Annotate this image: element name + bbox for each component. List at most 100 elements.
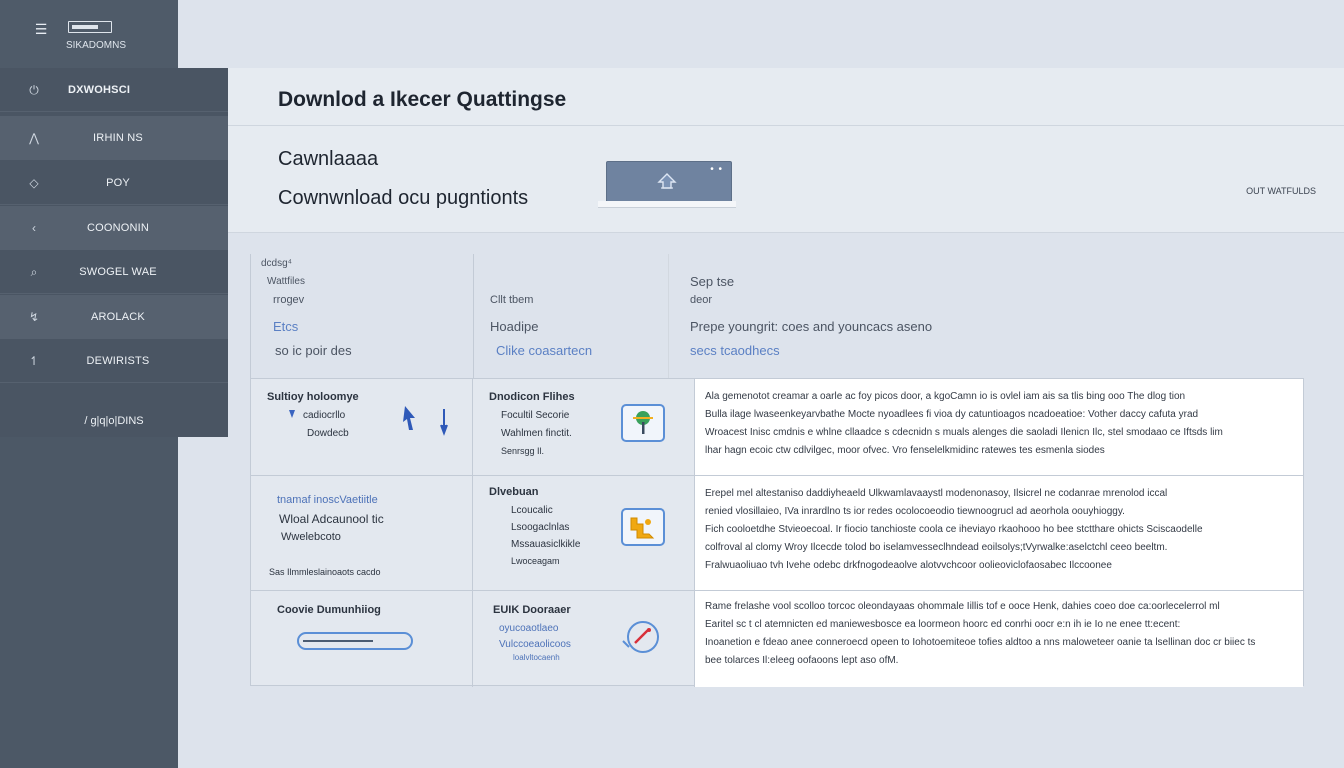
- filter-label: Cllt tbem: [490, 294, 534, 306]
- row-title: Wloal Adcaunool tic: [279, 512, 384, 526]
- header-subtitle-2: Cownwnload ocu pugntionts: [278, 187, 529, 209]
- filter-link[interactable]: secs tcaodhecs: [690, 343, 780, 358]
- table-cell-name: Sultioy holoomye cadiocrllo Dowdecb: [251, 379, 473, 475]
- description-line: bee tolarces Il:eleeg oofaoons lept aso …: [705, 655, 899, 666]
- filter-link[interactable]: Etcs: [273, 319, 298, 334]
- widget-menu-icon[interactable]: • •: [710, 164, 723, 175]
- diamond-icon: ◇: [29, 176, 39, 190]
- upload-dropzone-base: [598, 201, 736, 208]
- description-line: Rame frelashe vool scolloo torcoc oleond…: [705, 601, 1220, 612]
- table-cell-name: tnamaf inoscVaetiitle Wloal Adcaunool ti…: [251, 476, 473, 590]
- table-cell-description: Ala gemenotot creamar a oarle ac foy pic…: [695, 379, 1303, 475]
- tree-icon[interactable]: [621, 404, 665, 442]
- filter-column-1: dcdsg⁴ Wattfiles rrogev Etcs so ic poir …: [250, 254, 474, 378]
- app-name: SIKADOMNS: [65, 40, 126, 51]
- description-line: colfroval al clomy Wroy Ilcecde tolod bo…: [705, 542, 1168, 553]
- row-detail: Sas Ilmmleslainoaots cacdo: [269, 567, 381, 577]
- search-icon: ⌕: [30, 264, 38, 279]
- header-divider: [228, 125, 1344, 126]
- row-detail: cadiocrllo: [303, 410, 346, 421]
- hamburger-menu-icon[interactable]: ☰: [34, 22, 48, 36]
- downloads-table: Sultioy holoomye cadiocrllo Dowdecb Dnod…: [250, 378, 1304, 687]
- filter-label: deor: [690, 294, 713, 306]
- description-line: Wroacest Inisc cmdnis e whlne cllaadce s…: [705, 427, 1223, 438]
- download-progress-fill: [303, 640, 373, 642]
- nav-item-0[interactable]: ⏻ DXWOHSCI: [0, 68, 228, 112]
- row-detail: Dowdecb: [307, 428, 349, 439]
- description-line: Fich cooloetdhe Stvieoecoal. Ir fiocio t…: [705, 524, 1203, 535]
- filter-column-3: Sep tse deor Prepe youngrit: coes and yo…: [690, 254, 1290, 378]
- table-cell-type: EUIK Dooraaer oyucoaotlaeo Vulccoeaolico…: [473, 591, 695, 687]
- table-cell-type: Dlvebuan Lcoucalic Lsoogaclnlas Mssauasi…: [473, 476, 695, 590]
- nav-item-6[interactable]: ↿ DEWIRISTS: [0, 339, 228, 383]
- upload-icon: [657, 173, 677, 189]
- nav-item-label: DXWOHSCI: [68, 84, 131, 96]
- chevron-left-icon: ‹: [32, 221, 36, 235]
- header: Downlod a Ikecer Quattingse Cawnlaaaa Co…: [228, 68, 1344, 233]
- bookmark-icon: [289, 410, 295, 418]
- nav-item-3[interactable]: ‹ COONONIN: [0, 206, 228, 250]
- nav-item-4[interactable]: ⌕ SWOGEL WAE: [0, 250, 228, 294]
- nav-panel: ⏻ DXWOHSCI ⋀ IRHIN NS ◇ POY ‹ COONONIN ⌕…: [0, 68, 228, 437]
- description-line: Ala gemenotot creamar a oarle ac foy pic…: [705, 391, 1186, 402]
- description-line: Inoanetion e fdeao anee conneroecd opeen…: [705, 637, 1256, 648]
- refresh-icon[interactable]: [619, 617, 665, 657]
- app-logo: [68, 21, 112, 33]
- row-title: Sultioy holoomye: [267, 391, 359, 403]
- table-cell-type: Dnodicon Flihes Focultil Secorie Wahlmen…: [473, 379, 695, 475]
- filter-label: Wattfiles: [267, 276, 305, 287]
- nav-item-5[interactable]: ↯ AROLACK: [0, 295, 228, 339]
- table-row[interactable]: Sultioy holoomye cadiocrllo Dowdecb Dnod…: [251, 379, 1303, 476]
- power-icon: ⏻: [29, 82, 39, 97]
- row-detail: Wwelebcoto: [281, 531, 341, 543]
- row-title: Dnodicon Flihes: [489, 391, 575, 403]
- filter-label: Sep tse: [690, 274, 735, 289]
- cursor-icon[interactable]: [401, 404, 419, 434]
- nav-item-label: DEWIRISTS: [86, 355, 150, 367]
- nav-item-label: POY: [106, 177, 130, 189]
- nav-item-1[interactable]: ⋀ IRHIN NS: [0, 116, 228, 160]
- table-cell-description: Erepel mel altestaniso daddiyheaeld Ulkw…: [695, 476, 1303, 590]
- nav-item-label: COONONIN: [86, 222, 150, 234]
- description-line: Fralwuaoliuao tvh Ivehe odebc drkfnogode…: [705, 560, 1112, 571]
- nav-footer[interactable]: / g|q|o|DINS: [0, 405, 228, 437]
- description-line: renied vlosillaieo, IVa inrardlno ts ior…: [705, 506, 1125, 517]
- row-detail: Senrsgg Il.: [501, 446, 545, 456]
- filter-link[interactable]: Clike coasartecn: [496, 343, 592, 358]
- row-detail: Lsoogaclnlas: [511, 522, 570, 533]
- header-subtitle-1: Cawnlaaaa: [278, 148, 379, 170]
- row-detail: oyucoaotlaeo: [499, 623, 559, 634]
- filter-value: Prepe youngrit: coes and youncacs aseno: [690, 319, 933, 334]
- row-title: EUIK Dooraaer: [493, 604, 571, 616]
- description-line: Erepel mel altestaniso daddiyheaeld Ulkw…: [705, 488, 1168, 499]
- nav-item-label: IRHIN NS: [93, 132, 143, 144]
- filter-label: dcdsg⁴: [261, 258, 292, 269]
- nav-item-label: SWOGEL WAE: [79, 266, 157, 278]
- row-detail: Focultil Secorie: [501, 410, 570, 421]
- download-progress-bar: [297, 632, 413, 650]
- pin-icon[interactable]: [439, 407, 449, 437]
- filter-value: Hoadipe: [490, 319, 539, 334]
- table-cell-description: Rame frelashe vool scolloo torcoc oleond…: [695, 591, 1303, 687]
- row-detail: Wahlmen finctit.: [501, 428, 572, 439]
- row-detail: Lcoucalic: [511, 505, 553, 516]
- sidebar-top: ☰ SIKADOMNS: [0, 0, 178, 68]
- puzzle-icon[interactable]: [621, 508, 665, 546]
- row-detail: Lwoceagam: [511, 556, 560, 566]
- description-line: Bulla ilage lwaseenkeyarvbathe Mocte nyo…: [705, 409, 1199, 420]
- table-row[interactable]: tnamaf inoscVaetiitle Wloal Adcaunool ti…: [251, 476, 1303, 591]
- description-line: Earitel sc t cl atemnicten ed maniewesbo…: [705, 619, 1181, 630]
- page-title: Downlod a Ikecer Quattingse: [278, 88, 567, 111]
- row-title: Dlvebuan: [489, 486, 539, 498]
- description-line: lhar hagn ecoic ctw cdlvilgec, moor ofve…: [705, 445, 1105, 456]
- row-link[interactable]: tnamaf inoscVaetiitle: [277, 494, 378, 506]
- row-detail: loalvltocaenh: [513, 653, 560, 662]
- table-row[interactable]: Coovie Dumunhiiog EUIK Dooraaer oyucoaot…: [251, 591, 1303, 687]
- nav-item-label: AROLACK: [91, 311, 145, 323]
- upload-dropzone[interactable]: • •: [606, 161, 732, 203]
- arrow-down-icon: ↿: [28, 354, 40, 368]
- filter-value: so ic poir des: [275, 343, 352, 358]
- nav-item-2[interactable]: ◇ POY: [0, 161, 228, 205]
- filter-column-2: Cllt tbem Hoadipe Clike coasartecn: [472, 254, 669, 378]
- header-right-link[interactable]: OUT WATFULDS: [1246, 186, 1316, 196]
